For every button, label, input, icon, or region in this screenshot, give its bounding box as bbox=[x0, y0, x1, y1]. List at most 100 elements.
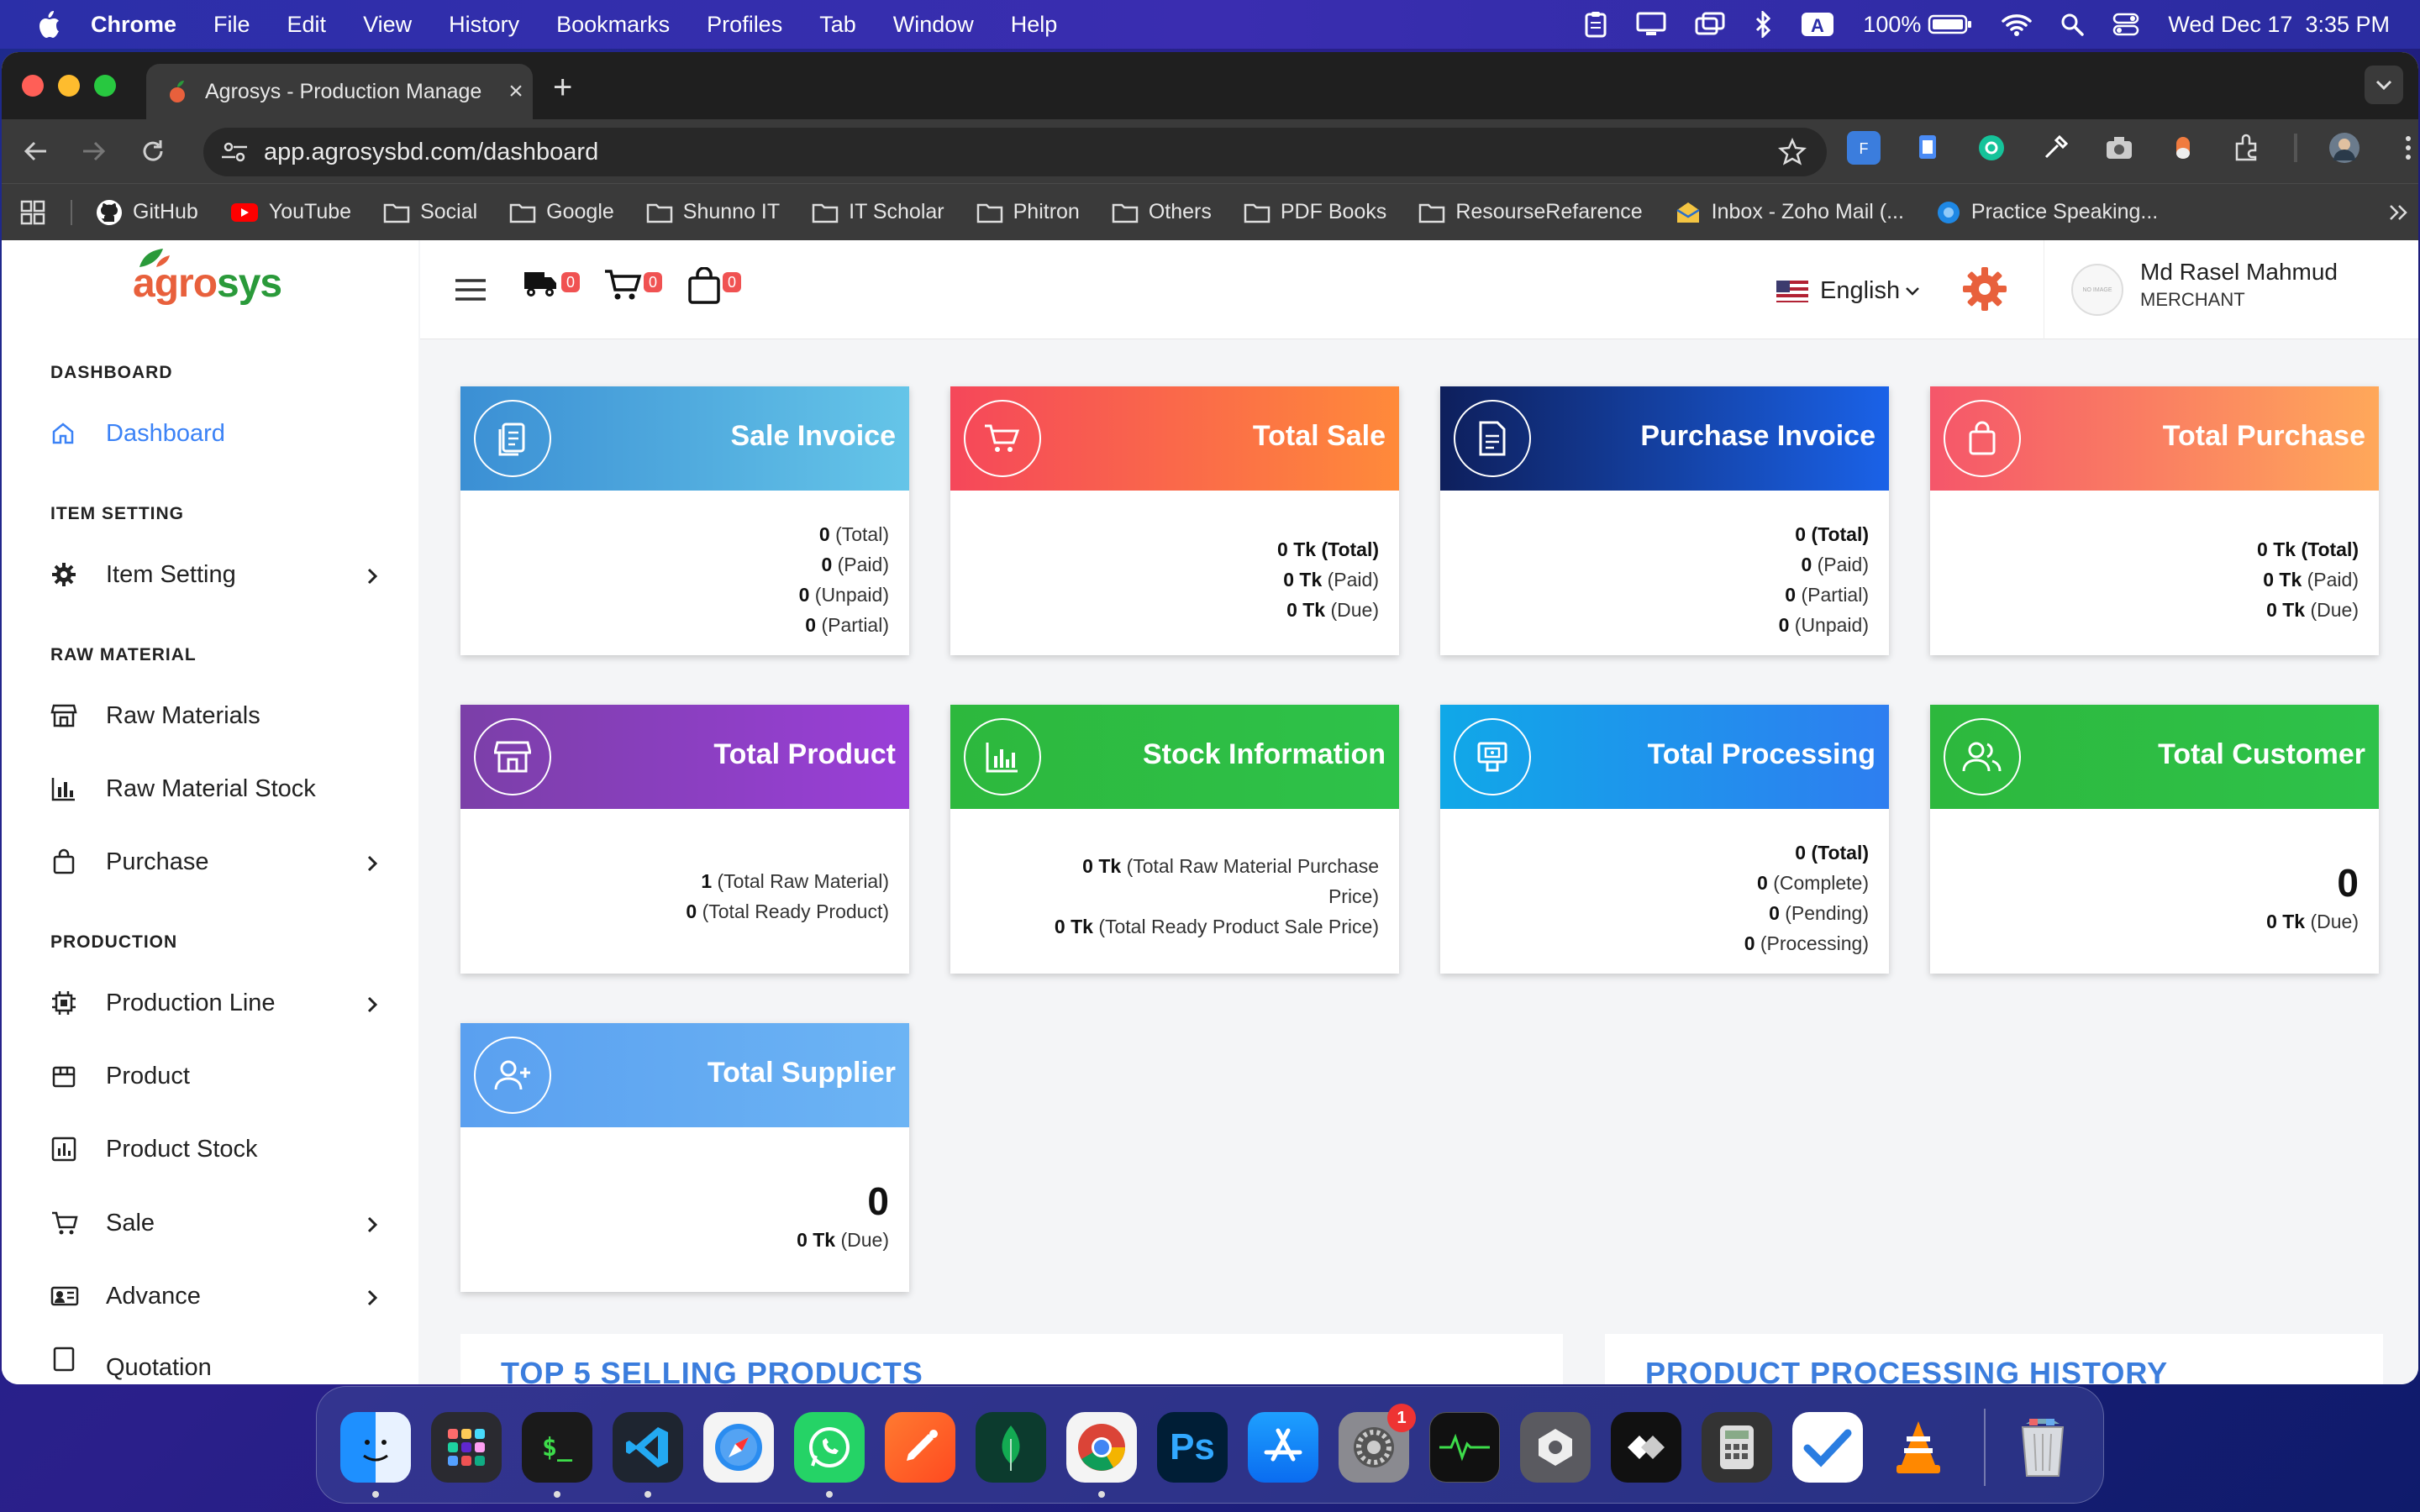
activity-monitor-dock-icon[interactable] bbox=[1429, 1412, 1500, 1483]
bookmark-folder-it-scholar[interactable]: IT Scholar bbox=[812, 200, 944, 224]
chrome-dock-icon[interactable] bbox=[1066, 1412, 1137, 1483]
finder-dock-icon[interactable] bbox=[340, 1412, 411, 1483]
bag-quick-button[interactable]: 0 bbox=[687, 267, 742, 304]
whatsapp-dock-icon[interactable] bbox=[794, 1412, 865, 1483]
card-stock-information[interactable]: Stock Information 0 Tk (Total Raw Materi… bbox=[950, 705, 1399, 974]
card-total-supplier[interactable]: Total Supplier 0 0 Tk (Due) bbox=[460, 1023, 909, 1292]
cart-quick-button[interactable]: 0 bbox=[603, 267, 663, 302]
close-window-button[interactable] bbox=[22, 75, 44, 97]
card-total-product[interactable]: Total Product 1 (Total Raw Material) 0 (… bbox=[460, 705, 909, 974]
menubar-clock[interactable]: Wed Dec 17 3:35 PM bbox=[2168, 12, 2390, 38]
battery-status[interactable]: 100% bbox=[1863, 12, 1973, 38]
mongodb-compass-dock-icon[interactable] bbox=[976, 1412, 1046, 1483]
card-total-customer[interactable]: Total Customer 0 0 Tk (Due) bbox=[1930, 705, 2379, 974]
card-total-purchase[interactable]: Total Purchase 0 Tk (Total) 0 Tk (Paid) … bbox=[1930, 386, 2379, 655]
bookmark-zoho-mail[interactable]: Inbox - Zoho Mail (... bbox=[1675, 200, 1904, 225]
agrosys-logo[interactable]: agrosys bbox=[133, 249, 282, 307]
input-source-icon[interactable]: A bbox=[1801, 11, 1834, 38]
bookmark-practice-speaking[interactable]: Practice Speaking... bbox=[1936, 200, 2158, 225]
forward-arrow-icon[interactable] bbox=[69, 139, 119, 163]
sidebar-item-product[interactable]: Product bbox=[50, 1053, 378, 1100]
bookmark-folder-shunno-it[interactable]: Shunno IT bbox=[646, 200, 780, 224]
anydesk-dock-icon[interactable] bbox=[1611, 1412, 1681, 1483]
bluetooth-icon[interactable] bbox=[1754, 11, 1772, 38]
back-arrow-icon[interactable] bbox=[10, 139, 60, 163]
clipboard-icon[interactable] bbox=[1584, 11, 1607, 38]
photoshop-dock-icon[interactable]: Ps bbox=[1157, 1412, 1228, 1483]
user-profile[interactable]: NO IMAGE Md Rasel Mahmud MERCHANT bbox=[2044, 240, 2380, 339]
screen-mirroring-icon[interactable] bbox=[1695, 12, 1725, 37]
color-picker-extension-icon[interactable] bbox=[2039, 131, 2072, 165]
sidebar-item-production-line[interactable]: Production Line bbox=[50, 979, 378, 1026]
wifi-icon[interactable] bbox=[2002, 13, 2033, 36]
grammarly-extension-icon[interactable] bbox=[1975, 131, 2008, 165]
language-selector[interactable]: English bbox=[1776, 277, 1920, 305]
sidebar-item-raw-material-stock[interactable]: Raw Material Stock bbox=[50, 765, 378, 812]
tab-search-chevron-icon[interactable] bbox=[2365, 66, 2403, 104]
sidebar-item-sale[interactable]: Sale bbox=[50, 1200, 378, 1247]
sidebar-item-quotation[interactable]: Quotation bbox=[50, 1346, 378, 1384]
bookmark-star-icon[interactable] bbox=[1778, 137, 1807, 173]
control-center-icon[interactable] bbox=[2112, 12, 2139, 37]
system-settings-dock-icon[interactable]: 1 bbox=[1339, 1404, 1416, 1483]
terminal-dock-icon[interactable]: $_ bbox=[522, 1412, 592, 1483]
trash-dock-icon[interactable] bbox=[2007, 1412, 2078, 1483]
pill-extension-icon[interactable] bbox=[2166, 131, 2200, 165]
address-bar[interactable]: app.agrosysbd.com/dashboard bbox=[203, 128, 1827, 176]
launchpad-dock-icon[interactable] bbox=[431, 1412, 502, 1483]
close-tab-icon[interactable]: × bbox=[499, 77, 533, 106]
hamburger-menu-icon[interactable] bbox=[454, 277, 487, 307]
card-total-sale[interactable]: Total Sale 0 Tk (Total) 0 Tk (Paid) 0 Tk… bbox=[950, 386, 1399, 655]
menu-help[interactable]: Help bbox=[1011, 12, 1058, 38]
zoom-window-button[interactable] bbox=[94, 75, 116, 97]
sidebar-item-product-stock[interactable]: Product Stock bbox=[50, 1126, 378, 1173]
bookmark-folder-resourse-refarence[interactable]: ResourseRefarence bbox=[1418, 200, 1643, 224]
sidebar-item-raw-materials[interactable]: Raw Materials bbox=[50, 692, 378, 739]
menu-bookmarks[interactable]: Bookmarks bbox=[556, 12, 670, 38]
bookmark-folder-social[interactable]: Social bbox=[383, 200, 477, 224]
card-total-processing[interactable]: Total Processing 0 (Total) 0 (Complete) … bbox=[1440, 705, 1889, 974]
apple-menu-icon[interactable] bbox=[32, 8, 66, 41]
postman-dock-icon[interactable] bbox=[885, 1412, 955, 1483]
menu-tab[interactable]: Tab bbox=[819, 12, 856, 38]
spotlight-search-icon[interactable] bbox=[2060, 13, 2085, 36]
bookmark-github[interactable]: GitHub bbox=[96, 199, 198, 226]
more-bookmarks-chevron-icon[interactable] bbox=[2388, 203, 2410, 222]
menu-chrome[interactable]: Chrome bbox=[91, 12, 176, 38]
extensions-puzzle-icon[interactable] bbox=[2230, 131, 2264, 165]
bookmark-folder-google[interactable]: Google bbox=[509, 200, 614, 224]
sidebar-item-item-setting[interactable]: Item Setting bbox=[50, 551, 378, 598]
sidebar-item-advance[interactable]: Advance bbox=[50, 1273, 378, 1320]
browser-tab-agrosys[interactable]: Agrosys - Production Manage × bbox=[146, 64, 533, 119]
calculator-dock-icon[interactable] bbox=[1702, 1412, 1772, 1483]
profile-avatar-icon[interactable] bbox=[2328, 131, 2361, 165]
site-settings-icon[interactable] bbox=[220, 139, 249, 165]
display-icon[interactable] bbox=[1636, 12, 1666, 37]
docker-desktop-dock-icon[interactable] bbox=[1520, 1412, 1591, 1483]
delivery-quick-button[interactable]: 0 bbox=[523, 267, 581, 301]
app-store-dock-icon[interactable] bbox=[1248, 1412, 1318, 1483]
safari-dock-icon[interactable] bbox=[703, 1412, 774, 1483]
apps-grid-icon[interactable] bbox=[20, 200, 45, 225]
new-tab-icon[interactable]: + bbox=[553, 69, 572, 107]
menu-history[interactable]: History bbox=[449, 12, 519, 38]
bookmark-folder-others[interactable]: Others bbox=[1112, 200, 1212, 224]
bookmark-folder-pdf-books[interactable]: PDF Books bbox=[1244, 200, 1386, 224]
minimize-window-button[interactable] bbox=[58, 75, 80, 97]
bookmark-youtube[interactable]: YouTube bbox=[230, 200, 351, 224]
translate-extension-icon[interactable]: F bbox=[1847, 131, 1881, 165]
sidebar-item-dashboard[interactable]: Dashboard bbox=[50, 410, 378, 457]
todo-dock-icon[interactable] bbox=[1792, 1412, 1863, 1483]
settings-gear-icon[interactable] bbox=[1961, 265, 2008, 317]
card-sale-invoice[interactable]: Sale Invoice 0 (Total) 0 (Paid) 0 (Unpai… bbox=[460, 386, 909, 655]
menu-window[interactable]: Window bbox=[893, 12, 974, 38]
docs-extension-icon[interactable] bbox=[1911, 131, 1944, 165]
menu-view[interactable]: View bbox=[363, 12, 412, 38]
vscode-dock-icon[interactable] bbox=[613, 1412, 683, 1483]
reload-icon[interactable] bbox=[128, 139, 178, 164]
sidebar-item-purchase[interactable]: Purchase bbox=[50, 838, 378, 885]
chrome-menu-icon[interactable] bbox=[2391, 131, 2418, 165]
menu-file[interactable]: File bbox=[213, 12, 250, 38]
menu-profiles[interactable]: Profiles bbox=[707, 12, 782, 38]
vlc-dock-icon[interactable] bbox=[1883, 1412, 1954, 1483]
